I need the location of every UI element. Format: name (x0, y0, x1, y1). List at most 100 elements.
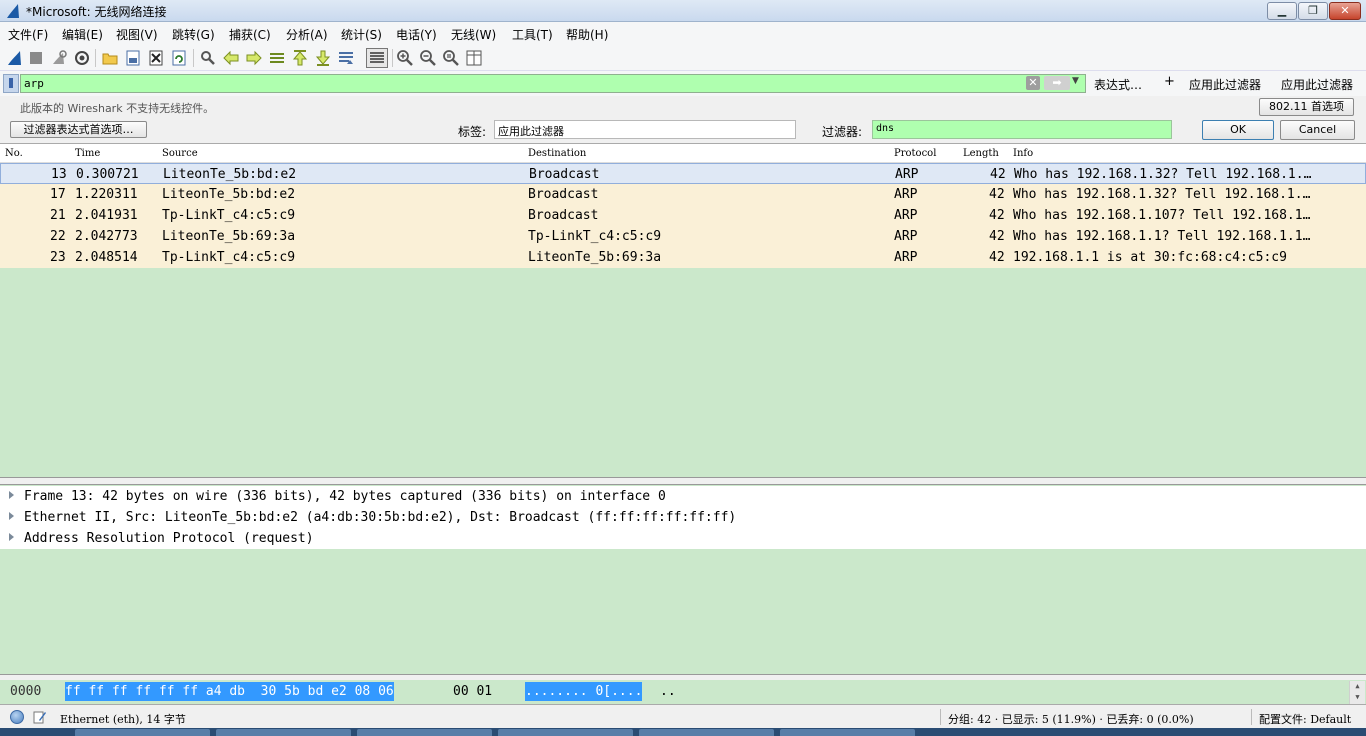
menu-analyze[interactable]: 分析(A) (286, 26, 328, 43)
menu-view[interactable]: 视图(V) (116, 26, 158, 43)
packet-bytes[interactable]: 0000 ff ff ff ff ff ff a4 db 30 5b bd e2… (0, 680, 1366, 705)
packet-list[interactable]: No. Time Source Destination Protocol Len… (0, 143, 1366, 478)
expert-info-icon[interactable] (10, 710, 24, 724)
hex-highlight[interactable]: ff ff ff ff ff ff a4 db 30 5b bd e2 08 0… (65, 682, 394, 701)
edit-comment-icon[interactable] (33, 710, 47, 724)
taskbar-button[interactable] (216, 729, 351, 736)
find-packet-icon[interactable] (199, 49, 217, 67)
menu-go[interactable]: 跳转(G) (172, 26, 215, 43)
autoscroll-icon[interactable] (337, 49, 355, 67)
packet-row[interactable]: 13 0.300721 LiteonTe_5b:bd:e2 Broadcast … (0, 163, 1366, 184)
filter-button-1[interactable]: 应用此过滤器 (1189, 76, 1261, 93)
column-protocol[interactable]: Protocol (894, 148, 936, 159)
cell-time: 1.220311 (75, 187, 138, 202)
taskbar-button[interactable] (780, 729, 915, 736)
packet-row[interactable]: 21 2.041931 Tp-LinkT_c4:c5:c9 Broadcast … (0, 205, 1366, 226)
menu-bar: 文件(F) 编辑(E) 视图(V) 跳转(G) 捕获(C) 分析(A) 统计(S… (0, 22, 1366, 45)
bytes-scrollbar[interactable]: ▲ ▼ (1349, 681, 1365, 704)
column-time[interactable]: Time (75, 148, 100, 159)
menu-statistics[interactable]: 统计(S) (341, 26, 382, 43)
menu-wireless[interactable]: 无线(W) (451, 26, 496, 43)
open-file-icon[interactable] (101, 49, 119, 67)
packet-row[interactable]: 23 2.048514 Tp-LinkT_c4:c5:c9 LiteonTe_5… (0, 247, 1366, 268)
label-caption: 标签: (458, 125, 487, 139)
clear-filter-icon[interactable]: ✕ (1026, 76, 1040, 90)
cell-no: 21 (50, 208, 66, 223)
column-info[interactable]: Info (1013, 148, 1033, 159)
go-back-icon[interactable] (222, 49, 240, 67)
ok-button[interactable]: OK (1202, 120, 1274, 140)
cell-source: LiteonTe_5b:bd:e2 (162, 187, 296, 202)
minimize-button[interactable]: ▁ (1267, 2, 1297, 20)
capture-options-icon[interactable] (73, 49, 91, 67)
cell-no: 17 (50, 187, 66, 202)
label-field[interactable]: 应用此过滤器 (494, 120, 796, 139)
chevron-down-icon[interactable]: ▼ (1072, 76, 1079, 86)
detail-row-arp[interactable]: Address Resolution Protocol (request) (0, 528, 1366, 549)
taskbar-button[interactable] (639, 729, 774, 736)
packet-row[interactable]: 17 1.220311 LiteonTe_5b:bd:e2 Broadcast … (0, 184, 1366, 205)
go-to-packet-icon[interactable] (268, 49, 286, 67)
taskbar-button[interactable] (498, 729, 633, 736)
menu-telephony[interactable]: 电话(Y) (396, 26, 437, 43)
zoom-in-icon[interactable] (396, 49, 414, 67)
column-source[interactable]: Source (162, 148, 198, 159)
profile-info[interactable]: 配置文件: Default (1259, 711, 1351, 727)
normal-size-icon[interactable] (442, 49, 460, 67)
menu-tools[interactable]: 工具(T) (512, 26, 553, 43)
cell-source: LiteonTe_5b:bd:e2 (163, 167, 297, 182)
expression-button[interactable]: 表达式… (1094, 76, 1142, 93)
stop-capture-icon[interactable] (27, 49, 45, 67)
menu-help[interactable]: 帮助(H) (566, 26, 608, 43)
go-forward-icon[interactable] (245, 49, 263, 67)
status-bar: Ethernet (eth), 14 字节 分组: 42 · 已显示: 5 (1… (0, 706, 1366, 728)
menu-capture[interactable]: 捕获(C) (229, 26, 271, 43)
detail-row-frame[interactable]: Frame 13: 42 bytes on wire (336 bits), 4… (0, 486, 1366, 507)
hex-rest[interactable]: 00 01 (453, 684, 492, 699)
reload-file-icon[interactable] (170, 49, 188, 67)
filter-field[interactable]: dns (872, 120, 1172, 139)
ascii-rest[interactable]: .. (660, 684, 676, 699)
close-file-icon[interactable] (147, 49, 165, 67)
last-packet-icon[interactable] (314, 49, 332, 67)
packet-details[interactable]: Frame 13: 42 bytes on wire (336 bits), 4… (0, 484, 1366, 675)
cell-destination: Broadcast (528, 187, 599, 202)
taskbar-button[interactable] (357, 729, 492, 736)
menu-file[interactable]: 文件(F) (8, 26, 48, 43)
filter-caption: 过滤器: (822, 125, 863, 139)
expand-arrow-icon[interactable] (9, 533, 14, 541)
menu-edit[interactable]: 编辑(E) (62, 26, 103, 43)
zoom-out-icon[interactable] (419, 49, 437, 67)
apply-arrow-icon[interactable]: ➡ (1044, 76, 1070, 90)
colorize-icon[interactable] (366, 48, 388, 68)
expand-arrow-icon[interactable] (9, 491, 14, 499)
ascii-highlight[interactable]: ........ 0[.... (525, 682, 643, 701)
cell-no: 22 (50, 229, 66, 244)
detail-row-ethernet[interactable]: Ethernet II, Src: LiteonTe_5b:bd:e2 (a4:… (0, 507, 1366, 528)
taskbar-button[interactable] (75, 729, 210, 736)
column-length[interactable]: Length (963, 148, 999, 159)
os-taskbar (0, 728, 1366, 736)
title-bar: *Microsoft: 无线网络连接 ▁ ❐ ✕ (0, 0, 1366, 22)
packet-row[interactable]: 22 2.042773 LiteonTe_5b:69:3a Tp-LinkT_c… (0, 226, 1366, 247)
cell-protocol: ARP (894, 208, 918, 223)
first-packet-icon[interactable] (291, 49, 309, 67)
resize-columns-icon[interactable] (465, 49, 483, 67)
add-filter-button[interactable]: + (1164, 74, 1175, 89)
restart-capture-icon[interactable] (50, 49, 68, 67)
wireshark-fin-icon (7, 4, 19, 18)
maximize-button[interactable]: ❐ (1298, 2, 1328, 20)
filter-button-2[interactable]: 应用此过滤器 (1281, 76, 1353, 93)
close-button[interactable]: ✕ (1329, 2, 1361, 20)
filter-expression-prefs-button[interactable]: 过滤器表达式首选项… (10, 121, 147, 138)
start-capture-icon[interactable] (6, 49, 24, 67)
column-destination[interactable]: Destination (528, 148, 586, 159)
cancel-button[interactable]: Cancel (1280, 120, 1355, 140)
display-filter-input[interactable]: arp (20, 74, 1086, 93)
expand-arrow-icon[interactable] (9, 512, 14, 520)
save-file-icon[interactable] (124, 49, 142, 67)
bookmark-icon[interactable] (3, 74, 19, 93)
wifi-prefs-button[interactable]: 802.11 首选项 (1259, 98, 1354, 116)
column-no[interactable]: No. (5, 148, 23, 159)
cell-destination: Tp-LinkT_c4:c5:c9 (528, 229, 662, 244)
